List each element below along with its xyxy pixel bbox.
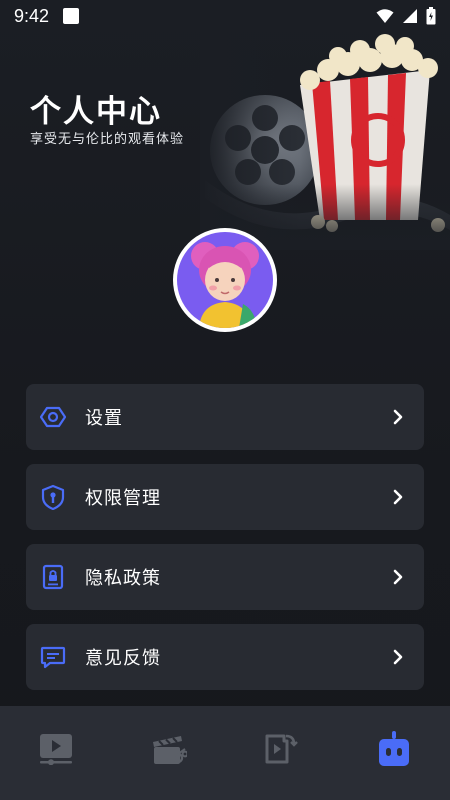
- page-title: 个人中心: [30, 94, 162, 130]
- battery-icon: [426, 7, 436, 25]
- menu-item-permissions[interactable]: 权限管理: [26, 464, 424, 530]
- chevron-right-icon: [393, 649, 403, 665]
- signal-icon: [403, 9, 417, 23]
- wifi-icon: [376, 9, 394, 23]
- tab-media[interactable]: [251, 719, 311, 779]
- menu-item-settings[interactable]: 设置: [26, 384, 424, 450]
- gear-icon: [40, 404, 66, 430]
- status-bar: 9:42: [0, 0, 450, 32]
- page-subtitle: 享受无与伦比的观看体验: [30, 132, 185, 147]
- bottom-nav: [0, 706, 450, 800]
- message-icon: [40, 644, 66, 670]
- chevron-right-icon: [393, 489, 403, 505]
- tab-profile[interactable]: [364, 719, 424, 779]
- status-icons: [376, 7, 436, 25]
- menu-item-privacy-policy[interactable]: 隐私政策: [26, 544, 424, 610]
- chevron-right-icon: [393, 409, 403, 425]
- menu-item-label: 意见反馈: [85, 648, 161, 669]
- menu-item-label: 设置: [85, 408, 123, 429]
- menu-item-label: 隐私政策: [85, 568, 161, 589]
- avatar-image: [177, 232, 273, 328]
- chevron-right-icon: [393, 569, 403, 585]
- menu-item-feedback[interactable]: 意见反馈: [26, 624, 424, 690]
- avatar[interactable]: [173, 228, 277, 332]
- notification-icon: [63, 8, 80, 24]
- tab-clips[interactable]: [139, 719, 199, 779]
- media-share-icon: [265, 734, 299, 764]
- status-time: 9:42: [14, 5, 50, 26]
- tab-video[interactable]: [26, 719, 86, 779]
- clapperboard-cut-icon: [152, 736, 187, 764]
- menu-item-label: 权限管理: [85, 488, 161, 509]
- shield-icon: [40, 484, 66, 510]
- lock-document-icon: [40, 564, 66, 590]
- robot-icon: [378, 731, 409, 766]
- video-play-icon: [40, 734, 73, 765]
- profile-screen: 9:42 个人中心 享受无与伦比的观看体验 设置 权限管理 隐私政策 意见反馈: [0, 0, 450, 800]
- movie-banner-illustration: [200, 30, 450, 250]
